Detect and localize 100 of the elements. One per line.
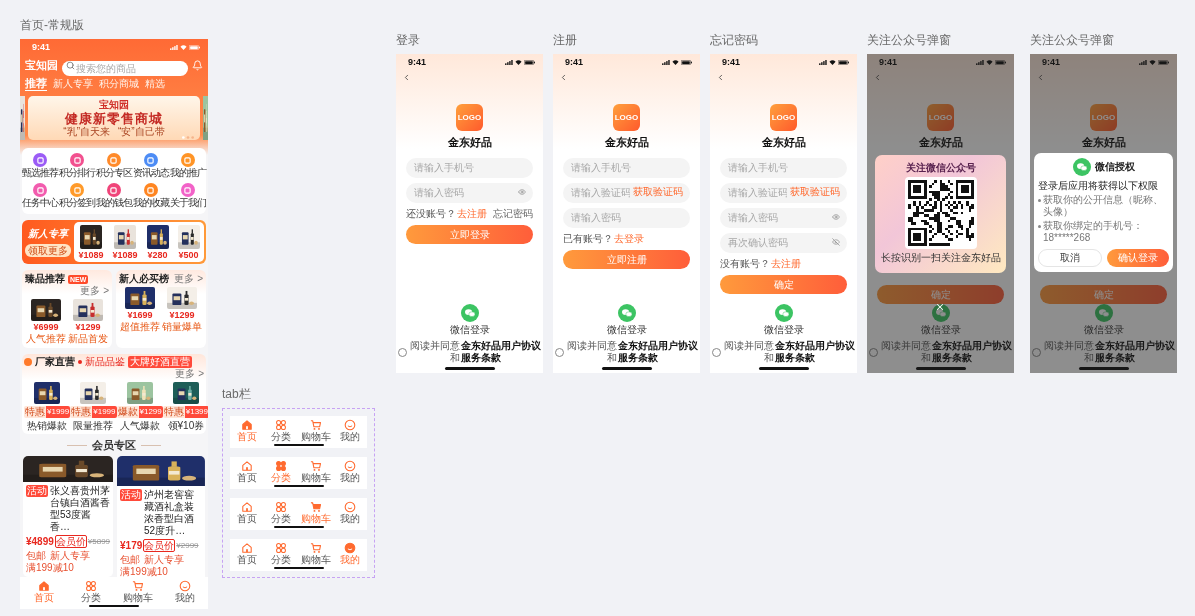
shortcut-icon[interactable]: [180, 153, 195, 167]
tab-item[interactable]: 购物车: [299, 542, 332, 565]
input-field[interactable]: 请输入手机号: [720, 157, 847, 178]
promo-tag: 活动: [120, 489, 143, 501]
shortcut-label: 资讯动态: [132, 167, 169, 179]
more-link[interactable]: 更多 >: [175, 368, 204, 380]
product-tag: 销量爆单: [162, 321, 202, 333]
tab-item[interactable]: 我的: [333, 460, 366, 483]
tab-item[interactable]: 购物车: [299, 419, 332, 442]
eye-icon[interactable]: [832, 213, 840, 221]
home-indicator: [915, 367, 966, 370]
input-field[interactable]: 请输入密码: [720, 207, 847, 228]
product-label: 满199减10: [120, 566, 168, 577]
home-indicator: [273, 567, 324, 569]
wechat-login-label: 微信登录: [762, 324, 805, 336]
eye-off-icon[interactable]: [832, 238, 840, 246]
terms-link[interactable]: 服务条款: [1095, 352, 1135, 363]
status-time: 9:41: [722, 57, 740, 67]
tab-item[interactable]: 购物车: [299, 501, 332, 524]
product-card[interactable]: 活动 张义喜贵州茅台镇白酒酱香型53度酱香… ¥4899 会员价 ¥5899 包邮 新人专享 满199减10: [23, 456, 114, 577]
tab-item[interactable]: 首页: [231, 419, 264, 442]
terms-link[interactable]: 服务条款: [618, 352, 658, 363]
tab-item[interactable]: 首页: [231, 542, 264, 565]
shortcut-icon[interactable]: [107, 183, 121, 197]
shortcut-icon[interactable]: [143, 153, 158, 167]
back-icon[interactable]: [716, 72, 725, 82]
back-icon[interactable]: [1036, 72, 1045, 82]
back-icon[interactable]: [873, 72, 882, 82]
shortcut-icon[interactable]: [33, 183, 48, 197]
shortcut-label: 关于我们: [169, 197, 206, 209]
input-field[interactable]: 请输入密码: [563, 207, 690, 228]
tab-item[interactable]: 分类: [265, 419, 298, 442]
switch-link[interactable]: 去注册: [457, 207, 487, 221]
product-price: ¥1299: [75, 322, 101, 332]
product-card[interactable]: 新人必买榜 更多 > ¥1699 超值推荐 ¥1299 销量爆单: [116, 270, 206, 348]
battery-icon: [838, 59, 849, 65]
shortcut-icon[interactable]: [143, 183, 158, 197]
shortcut-icon[interactable]: [107, 153, 121, 167]
tab-item[interactable]: 首页: [27, 580, 60, 603]
tab-item[interactable]: 我的: [333, 501, 366, 524]
more-link[interactable]: 更多 >: [80, 285, 109, 297]
terms-link[interactable]: 服务条款: [775, 352, 815, 363]
input-field[interactable]: 请输入手机号: [406, 157, 533, 178]
input-field[interactable]: 再次确认密码: [720, 232, 847, 253]
shortcut-icon[interactable]: [70, 183, 85, 197]
tab-item[interactable]: 首页: [231, 460, 264, 483]
terms-link[interactable]: 金东好品用户协议: [461, 340, 541, 351]
tab-item[interactable]: 我的: [333, 542, 366, 565]
tab-item[interactable]: 我的: [168, 580, 201, 603]
product-label: 包邮: [120, 554, 141, 566]
wechat-login-icon[interactable]: [617, 304, 636, 322]
tab-item[interactable]: 分类: [265, 542, 298, 565]
wechat-icon[interactable]: [1072, 158, 1091, 176]
wechat-login-icon[interactable]: [931, 304, 950, 322]
terms-link[interactable]: 金东好品用户协议: [1095, 340, 1175, 351]
wechat-login-icon[interactable]: [460, 304, 479, 322]
more-link[interactable]: 更多 >: [174, 273, 203, 285]
wechat-login-icon[interactable]: [774, 304, 793, 322]
tab-item[interactable]: 购物车: [299, 460, 332, 483]
switch-link[interactable]: 去注册: [771, 257, 801, 271]
input-field[interactable]: 请输入密码: [406, 182, 533, 203]
shortcut-icon[interactable]: [33, 153, 48, 167]
signal-icon: [662, 59, 670, 65]
product-tag: 新品首发: [68, 333, 108, 345]
forgot-password-link[interactable]: 忘记密码: [493, 207, 533, 221]
shortcut-icon[interactable]: [180, 183, 195, 197]
product-card[interactable]: 活动 泸州老窖窖藏酒礼盒装浓香型白酒52度升… ¥179 会员价 ¥2999 包邮 新人专享 满199减10: [117, 456, 205, 577]
close-icon[interactable]: [935, 302, 945, 312]
notification-icon[interactable]: [192, 59, 203, 71]
original-price: ¥5899: [87, 537, 111, 546]
tab-item[interactable]: 分类: [265, 501, 298, 524]
terms-link[interactable]: 服务条款: [461, 352, 501, 363]
more-button[interactable]: 领取更多: [25, 244, 71, 257]
tab-item[interactable]: 分类: [265, 460, 298, 483]
cancel-button[interactable]: 取消: [1038, 249, 1102, 267]
wifi-icon: [1149, 59, 1156, 65]
wifi-icon: [515, 59, 522, 65]
tab-item[interactable]: 分类: [74, 580, 107, 603]
permission-item: 获取你的公开信息（昵称、头像）: [1043, 194, 1164, 218]
shortcut-icon[interactable]: [70, 153, 85, 167]
popup-title: 微信授权: [1094, 161, 1135, 173]
tab-item[interactable]: 购物车: [121, 580, 154, 603]
input-field[interactable]: 请输入手机号: [563, 157, 690, 178]
wifi-icon: [672, 59, 679, 65]
wifi-icon: [180, 44, 187, 50]
search-field[interactable]: 搜索您的商品: [62, 60, 188, 76]
eye-icon[interactable]: [518, 188, 526, 196]
frame-label: 关注公众号弹窗: [1030, 33, 1115, 48]
tab-item[interactable]: 首页: [231, 501, 264, 524]
shortcut-label: 我的钱包: [96, 197, 132, 209]
switch-link[interactable]: 去登录: [614, 232, 644, 246]
banner[interactable]: 宝知园 健康新零售商城 “乳”自天来 “安”自己带: [28, 96, 200, 140]
terms-link[interactable]: 金东好品用户协议: [775, 340, 855, 351]
terms-link[interactable]: 金东好品用户协议: [932, 340, 1012, 351]
back-icon[interactable]: [402, 72, 411, 82]
terms-link[interactable]: 金东好品用户协议: [618, 340, 698, 351]
battery-icon: [1158, 59, 1169, 65]
terms-link[interactable]: 服务条款: [932, 352, 972, 363]
tab-item[interactable]: 我的: [333, 419, 366, 442]
back-icon[interactable]: [559, 72, 568, 82]
